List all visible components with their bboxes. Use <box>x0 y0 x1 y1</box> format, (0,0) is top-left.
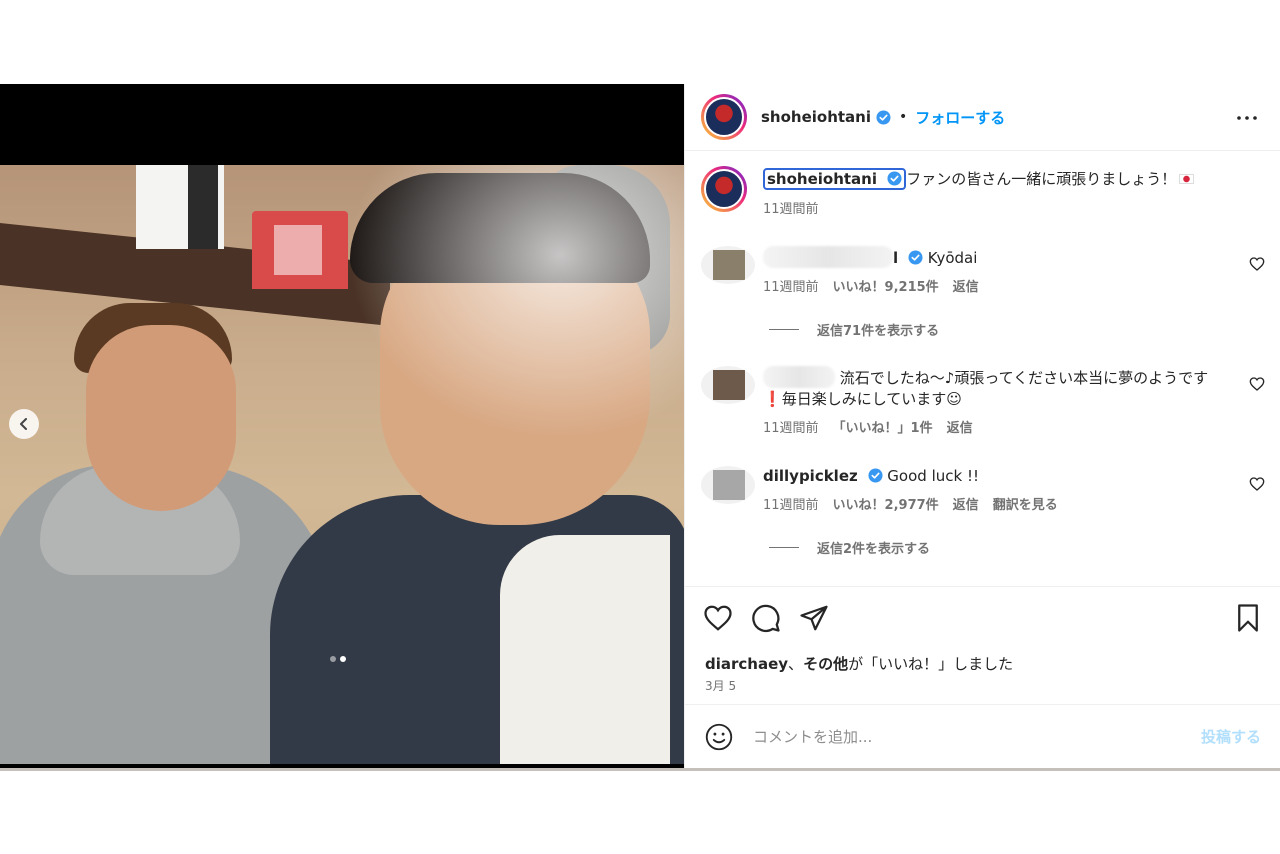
comment-text: Good luck !! <box>887 467 979 485</box>
post-side-panel: shoheiohtani • フォローする shoheiohtani ファンの皆… <box>684 84 1280 768</box>
background-strip <box>0 768 1280 771</box>
comment-likes[interactable]: 「いいね！」1件 <box>833 418 933 439</box>
commenter-avatar[interactable] <box>701 246 755 284</box>
verified-badge-icon <box>867 468 883 483</box>
verified-badge-icon <box>908 250 923 265</box>
comment-username[interactable]: l <box>763 246 898 268</box>
comment-timestamp: 11週間前 <box>763 421 819 436</box>
comment-icon[interactable] <box>751 603 781 633</box>
comment-input[interactable] <box>753 727 1173 746</box>
post-photo <box>0 165 684 764</box>
replies-divider <box>769 329 799 330</box>
comment-timestamp: 11週間前 <box>763 498 819 513</box>
chevron-left-icon <box>20 418 27 430</box>
post-comment-button[interactable]: 投稿する <box>1201 726 1261 747</box>
comment-item: l Kyōdai 11週間前 いいね！9,215件 返信 <box>701 246 1265 306</box>
verified-badge-icon <box>876 109 891 125</box>
share-icon[interactable] <box>799 603 829 633</box>
liker-username[interactable]: diarchaey <box>705 655 788 673</box>
reply-button[interactable]: 返信 <box>953 277 979 298</box>
comment-text: 流石でしたね〜♪頑張ってください本当に夢のようです <box>839 369 1209 387</box>
like-comment-heart-icon[interactable] <box>1249 376 1265 392</box>
caption-avatar[interactable] <box>701 166 747 212</box>
likes-summary: diarchaey、その他が「いいね！」しました <box>705 655 1014 673</box>
comment-timestamp: 11週間前 <box>763 280 819 295</box>
view-replies-button[interactable]: 返信2件を表示する <box>769 538 930 557</box>
carousel-prev-button[interactable] <box>9 409 39 439</box>
post-header: shoheiohtani • フォローする <box>685 84 1280 151</box>
author-avatar[interactable] <box>701 94 747 140</box>
photo-light-flare <box>0 165 684 764</box>
comment-likes[interactable]: いいね！9,215件 <box>833 277 939 298</box>
commenter-avatar[interactable] <box>701 366 755 404</box>
reply-button[interactable]: 返信 <box>953 495 979 516</box>
blurred-username <box>763 246 893 268</box>
add-comment-bar: 投稿する <box>685 704 1280 768</box>
emoji-icon[interactable] <box>705 723 733 751</box>
caption-username[interactable]: shoheiohtani <box>763 168 907 190</box>
post-media <box>0 84 684 768</box>
carousel-dot-active <box>340 656 346 662</box>
comment-likes[interactable]: いいね！2,977件 <box>833 495 939 516</box>
follow-button[interactable]: フォローする <box>915 107 1005 128</box>
comment-username[interactable] <box>763 366 835 388</box>
exclamation-emoji: ❗ <box>763 390 782 408</box>
japan-flag-emoji <box>1179 174 1195 184</box>
author-username[interactable]: shoheiohtani <box>761 108 871 126</box>
replies-divider <box>769 547 799 548</box>
comment-text: Kyōdai <box>927 249 978 267</box>
verified-badge-icon <box>887 171 902 186</box>
comment-text-tail: 毎日楽しみにしています☺︎ <box>781 390 962 408</box>
likes-others-link[interactable]: その他 <box>803 655 848 673</box>
more-icon <box>1237 116 1257 120</box>
reply-button[interactable]: 返信 <box>947 418 973 439</box>
carousel-dots <box>330 656 346 662</box>
caption-timestamp: 11週間前 <box>763 202 819 217</box>
more-options-button[interactable] <box>1235 106 1259 130</box>
commenter-avatar[interactable] <box>701 466 755 504</box>
heart-icon[interactable] <box>703 603 733 633</box>
blurred-username <box>763 366 835 388</box>
comment-item: 流石でしたね〜♪頑張ってください本当に夢のようです❗毎日楽しみにしています☺︎ … <box>701 366 1265 446</box>
bookmark-icon[interactable] <box>1233 603 1263 633</box>
caption-text: ファンの皆さん一緒に頑張りましょう！ <box>906 170 1177 188</box>
comment-item: dillypicklez Good luck !! 11週間前 いいね！2,97… <box>701 466 1265 526</box>
post-date: 3月 5 <box>705 679 737 693</box>
like-comment-heart-icon[interactable] <box>1249 256 1265 272</box>
comments-section[interactable]: shoheiohtani ファンの皆さん一緒に頑張りましょう！ 11週間前 l … <box>685 152 1280 584</box>
like-comment-heart-icon[interactable] <box>1249 476 1265 492</box>
comment-username[interactable]: dillypicklez <box>763 467 858 485</box>
post-actions: diarchaey、その他が「いいね！」しました 3月 5 <box>685 586 1280 704</box>
follow-separator: • <box>899 109 908 125</box>
carousel-dot <box>330 656 336 662</box>
translate-button[interactable]: 翻訳を見る <box>993 495 1058 516</box>
view-replies-button[interactable]: 返信71件を表示する <box>769 320 939 339</box>
